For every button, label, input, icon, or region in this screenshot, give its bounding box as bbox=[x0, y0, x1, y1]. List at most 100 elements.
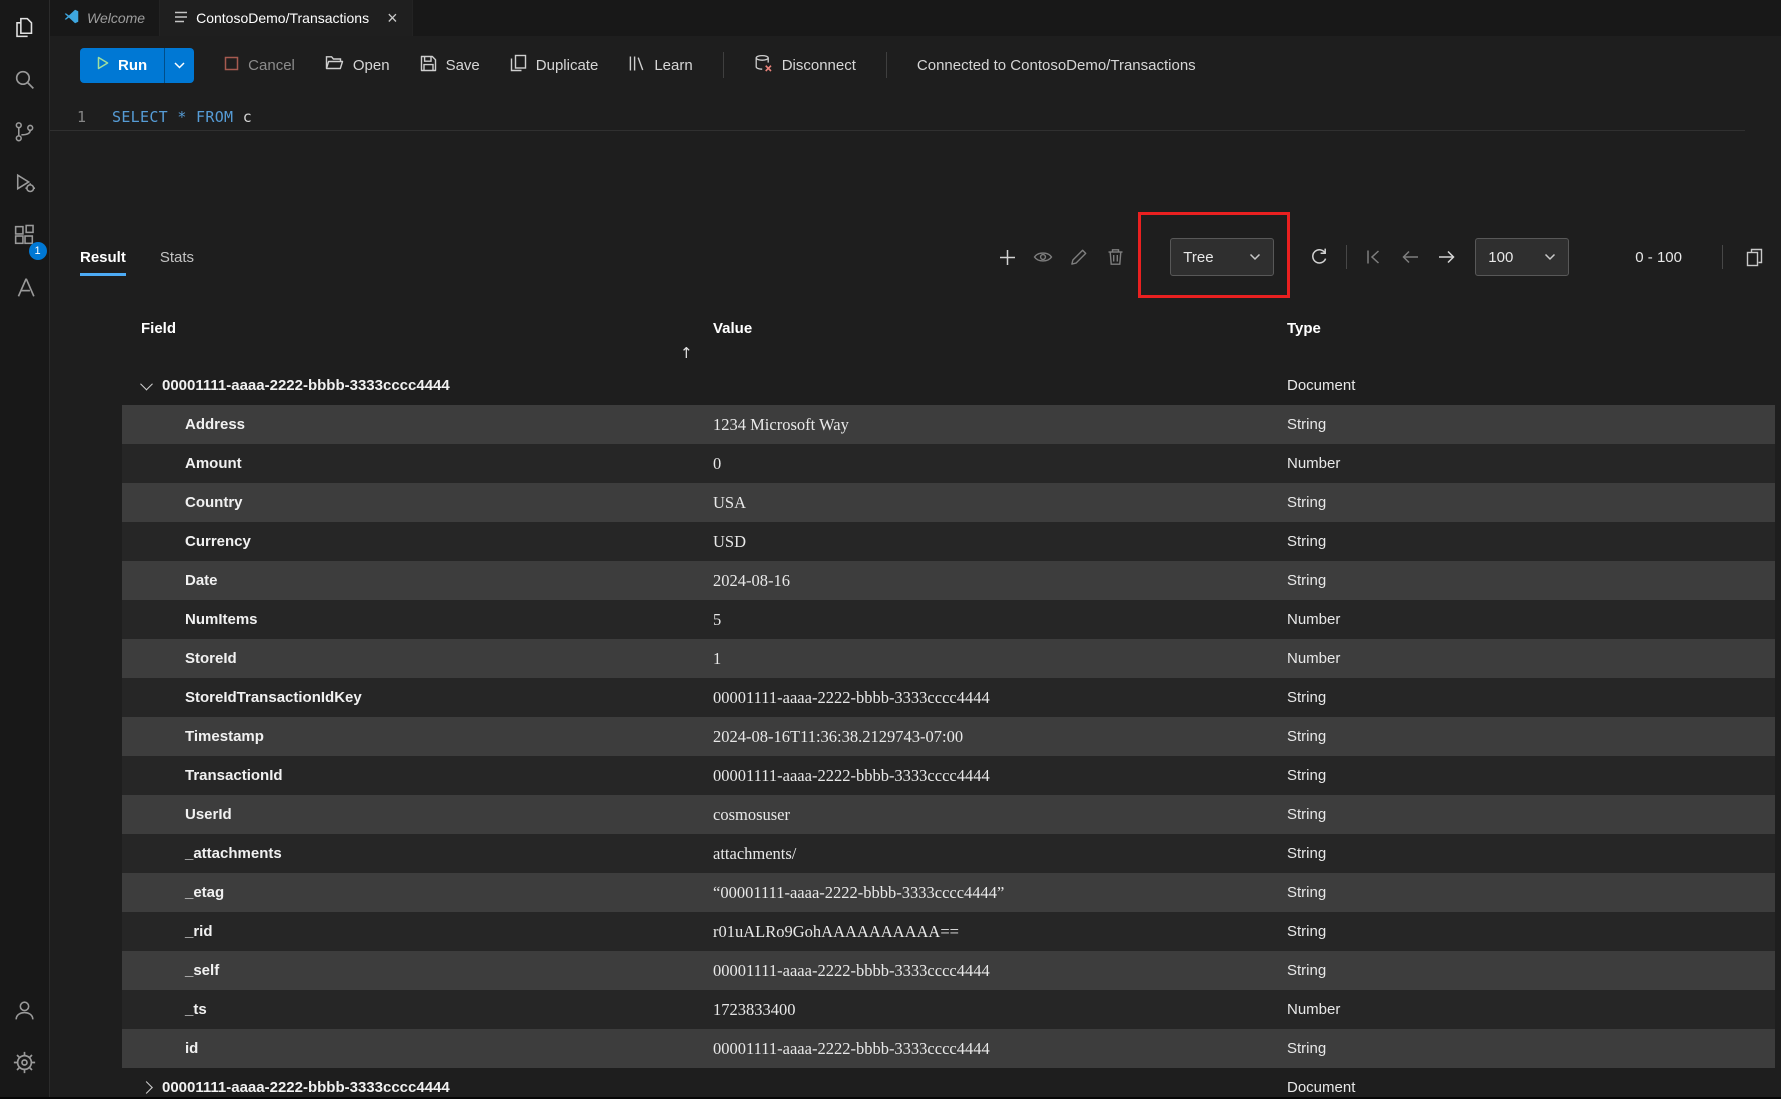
document-id: 00001111-aaaa-2222-bbbb-3333cccc4444 bbox=[162, 377, 450, 394]
disconnect-label: Disconnect bbox=[782, 57, 856, 74]
plus-icon bbox=[998, 248, 1017, 267]
arrow-right-icon bbox=[1437, 249, 1456, 265]
table-row-property[interactable]: _attachments attachments/ String bbox=[122, 834, 1775, 873]
run-button[interactable]: Run bbox=[80, 48, 164, 83]
duplicate-button[interactable]: Duplicate bbox=[510, 54, 599, 76]
sidebar-item-settings[interactable] bbox=[1, 1039, 49, 1091]
cell-value: attachments/ bbox=[713, 844, 1287, 864]
query-editor[interactable]: 1 SELECT * FROM c bbox=[50, 94, 1781, 212]
tab-result[interactable]: Result bbox=[80, 249, 126, 266]
cell-value: cosmosuser bbox=[713, 805, 1287, 825]
cancel-button[interactable]: Cancel bbox=[224, 56, 295, 75]
cell-type: String bbox=[1287, 962, 1775, 979]
cell-value: r01uALRo9GohAAAAAAAAAA== bbox=[713, 922, 1287, 942]
table-row-property[interactable]: _ts 1723833400 Number bbox=[122, 990, 1775, 1029]
run-button-group: Run bbox=[80, 48, 194, 83]
run-dropdown-button[interactable] bbox=[164, 48, 194, 83]
cell-type: String bbox=[1287, 845, 1775, 862]
sidebar-item-accounts[interactable] bbox=[1, 987, 49, 1039]
cell-field: Address bbox=[122, 416, 713, 433]
sidebar-item-source-control[interactable] bbox=[1, 108, 49, 160]
table-row-document[interactable]: 00001111-aaaa-2222-bbbb-3333cccc4444 Doc… bbox=[122, 1068, 1775, 1099]
sidebar-item-run-and-debug[interactable] bbox=[1, 160, 49, 212]
chevron-down-icon bbox=[1249, 253, 1261, 261]
results-tabs: Result Stats bbox=[80, 249, 194, 266]
view-item-button[interactable] bbox=[1030, 244, 1056, 270]
table-row-property[interactable]: TransactionId 00001111-aaaa-2222-bbbb-33… bbox=[122, 756, 1775, 795]
table-row-property[interactable]: StoreId 1 Number bbox=[122, 639, 1775, 678]
editor-group: Welcome ContosoDemo/Transactions × Run bbox=[50, 0, 1781, 1097]
table-row-property[interactable]: _self 00001111-aaaa-2222-bbbb-3333cccc44… bbox=[122, 951, 1775, 990]
column-header-value[interactable]: Value bbox=[713, 320, 1287, 366]
previous-page-button[interactable] bbox=[1397, 244, 1423, 270]
table-row-property[interactable]: _etag “00001111-aaaa-2222-bbbb-3333cccc4… bbox=[122, 873, 1775, 912]
toolbar-divider bbox=[886, 52, 887, 78]
table-row-property[interactable]: Date 2024-08-16 String bbox=[122, 561, 1775, 600]
search-icon bbox=[12, 67, 37, 97]
cell-field: _ts bbox=[122, 1001, 713, 1018]
pencil-icon bbox=[1070, 248, 1088, 266]
sort-ascending-icon[interactable]: ↑ bbox=[680, 344, 693, 362]
disconnect-button[interactable]: Disconnect bbox=[754, 54, 856, 77]
sidebar-item-explorer[interactable] bbox=[1, 4, 49, 56]
cell-type: String bbox=[1287, 416, 1775, 433]
next-page-button[interactable] bbox=[1433, 244, 1459, 270]
table-row-property[interactable]: id 00001111-aaaa-2222-bbbb-3333cccc4444 … bbox=[122, 1029, 1775, 1068]
cell-value: 00001111-aaaa-2222-bbbb-3333cccc4444 bbox=[713, 1039, 1287, 1059]
table-row-property[interactable]: NumItems 5 Number bbox=[122, 600, 1775, 639]
table-row-property[interactable]: Currency USD String bbox=[122, 522, 1775, 561]
view-mode-value: Tree bbox=[1183, 249, 1213, 266]
table-row-property[interactable]: UserId cosmosuser String bbox=[122, 795, 1775, 834]
cell-value: “00001111-aaaa-2222-bbbb-3333cccc4444” bbox=[713, 883, 1287, 903]
toolbar-divider bbox=[723, 52, 724, 78]
edit-item-button[interactable] bbox=[1066, 244, 1092, 270]
sidebar-item-extensions[interactable]: 1 bbox=[1, 212, 49, 264]
copy-results-button[interactable] bbox=[1741, 244, 1767, 270]
cell-value: 1723833400 bbox=[713, 1000, 1287, 1020]
cell-field: Date bbox=[122, 572, 713, 589]
open-button[interactable]: Open bbox=[325, 55, 390, 75]
save-label: Save bbox=[446, 57, 480, 74]
row-expander-icon[interactable] bbox=[140, 1081, 153, 1094]
cell-type: Document bbox=[1287, 377, 1775, 394]
table-row-property[interactable]: Amount 0 Number bbox=[122, 444, 1775, 483]
save-button[interactable]: Save bbox=[420, 55, 480, 76]
table-row-property[interactable]: _rid r01uALRo9GohAAAAAAAAAA== String bbox=[122, 912, 1775, 951]
page-size-value: 100 bbox=[1488, 249, 1513, 266]
result-range-label: 0 - 100 bbox=[1635, 249, 1682, 266]
cell-value: 2024-08-16 bbox=[713, 571, 1287, 591]
cell-value: 00001111-aaaa-2222-bbbb-3333cccc4444 bbox=[713, 766, 1287, 786]
column-header-type[interactable]: Type bbox=[1287, 320, 1775, 366]
code-line[interactable]: 1 SELECT * FROM c bbox=[50, 104, 1745, 131]
table-row-property[interactable]: Timestamp 2024-08-16T11:36:38.2129743-07… bbox=[122, 717, 1775, 756]
table-row-property[interactable]: Address 1234 Microsoft Way String bbox=[122, 405, 1775, 444]
close-icon[interactable]: × bbox=[387, 9, 398, 27]
table-row-property[interactable]: Country USA String bbox=[122, 483, 1775, 522]
sidebar-item-search[interactable] bbox=[1, 56, 49, 108]
cell-field: _rid bbox=[122, 923, 713, 940]
table-row-document[interactable]: 00001111-aaaa-2222-bbbb-3333cccc4444 Doc… bbox=[122, 366, 1775, 405]
add-item-button[interactable] bbox=[994, 244, 1020, 270]
page-size-dropdown[interactable]: 100 bbox=[1475, 238, 1569, 276]
learn-label: Learn bbox=[654, 57, 692, 74]
tab-bar: Welcome ContosoDemo/Transactions × bbox=[50, 0, 1781, 36]
view-mode-dropdown[interactable]: Tree bbox=[1170, 238, 1274, 276]
learn-button[interactable]: Learn bbox=[628, 55, 692, 76]
sidebar-item-azure[interactable] bbox=[1, 264, 49, 316]
cell-field-container: 00001111-aaaa-2222-bbbb-3333cccc4444 bbox=[122, 377, 713, 394]
delete-item-button[interactable] bbox=[1102, 244, 1128, 270]
tab-contosodemo-transactions[interactable]: ContosoDemo/Transactions × bbox=[160, 0, 413, 36]
column-header-field[interactable]: Field bbox=[122, 320, 713, 366]
row-expander-icon[interactable] bbox=[140, 378, 153, 391]
tab-welcome[interactable]: Welcome bbox=[50, 0, 160, 36]
cell-type: String bbox=[1287, 1040, 1775, 1057]
table-row-property[interactable]: StoreIdTransactionIdKey 00001111-aaaa-22… bbox=[122, 678, 1775, 717]
tab-stats[interactable]: Stats bbox=[160, 249, 194, 266]
first-page-icon bbox=[1365, 249, 1383, 265]
refresh-button[interactable] bbox=[1306, 244, 1332, 270]
cell-type: Number bbox=[1287, 455, 1775, 472]
disconnect-database-icon bbox=[754, 54, 773, 77]
first-page-button[interactable] bbox=[1361, 244, 1387, 270]
run-and-debug-icon bbox=[12, 171, 37, 201]
cell-value: 5 bbox=[713, 610, 1287, 630]
